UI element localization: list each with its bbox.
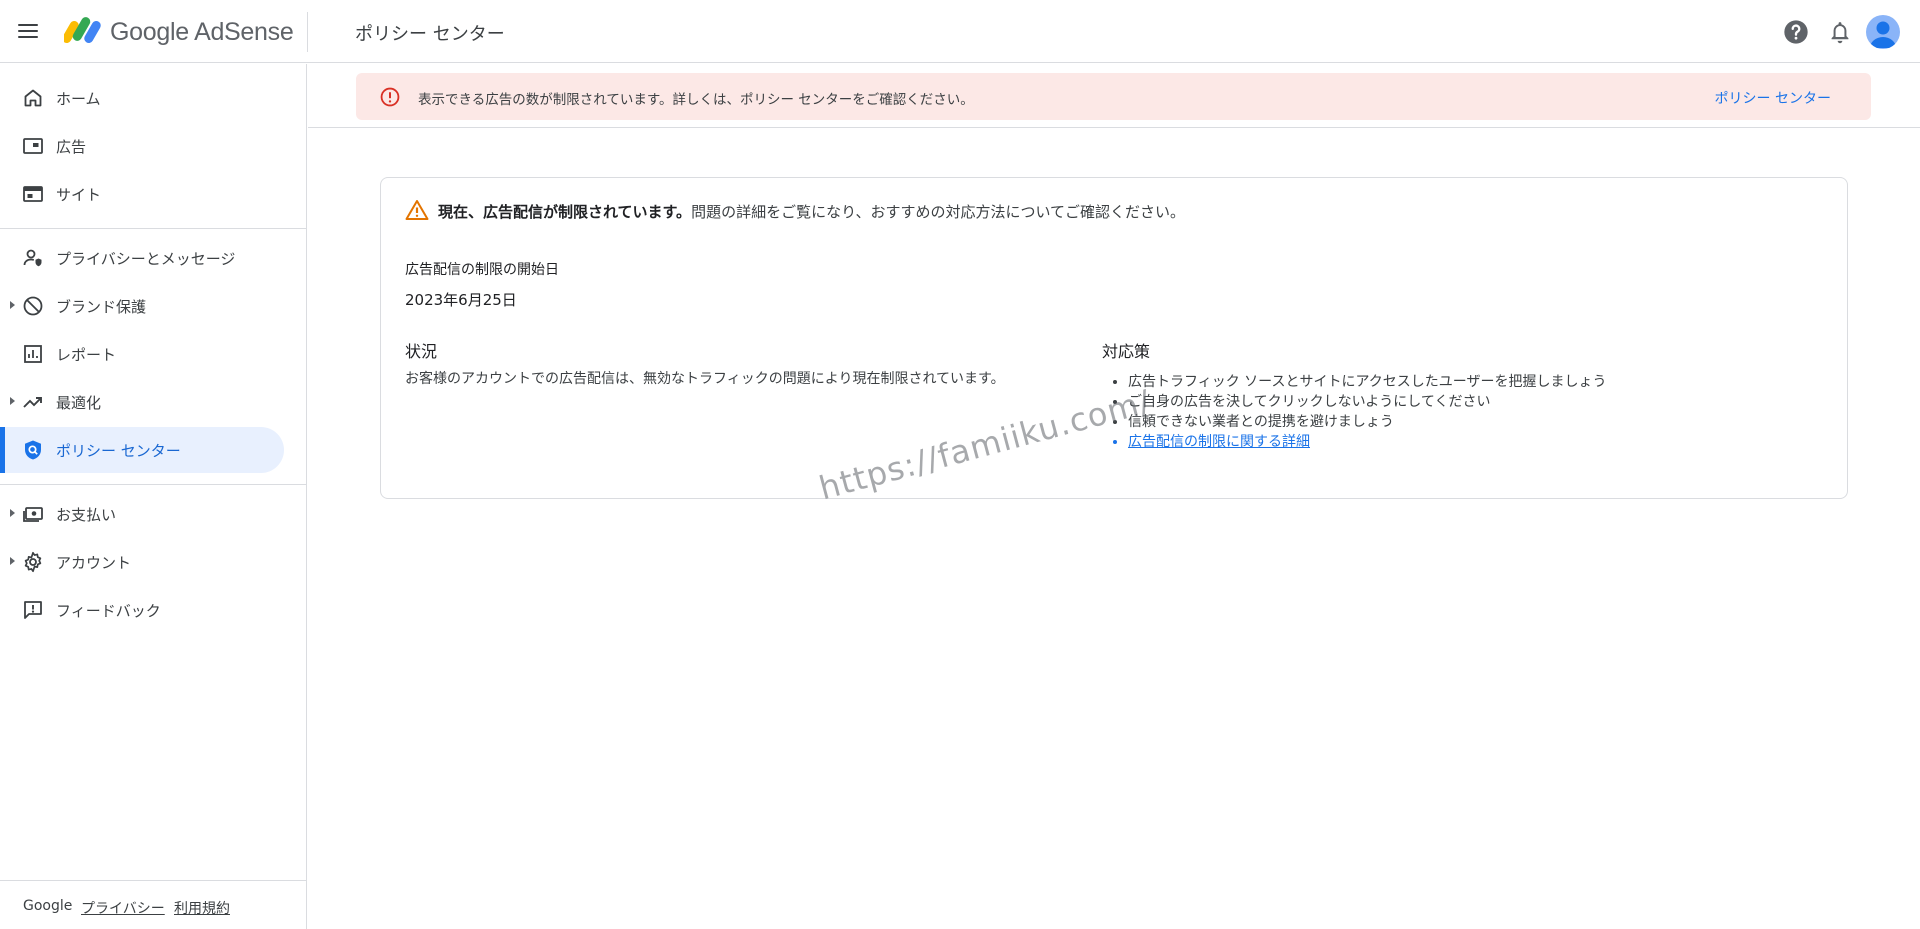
policy-violation-card: 現在、広告配信が制限されています。問題の詳細をご覧になり、おすすめの対応方法につ… (380, 177, 1848, 499)
sidebar-item-label: レポート (56, 346, 117, 364)
bar-chart-icon (24, 345, 42, 363)
expand-caret-icon[interactable] (10, 557, 15, 565)
restriction-details-link[interactable]: 広告配信の制限に関する詳細 (1128, 432, 1607, 452)
topbar-divider (307, 12, 308, 52)
sidebar-item-payments[interactable]: お支払い (0, 491, 284, 537)
privacy-messaging-icon (23, 249, 42, 267)
restriction-warning-bold: 現在、広告配信が制限されています。 (438, 203, 692, 221)
help-icon[interactable] (1782, 18, 1810, 46)
sidebar-item-label: プライバシーとメッセージ (56, 250, 236, 268)
status-heading: 状況 (405, 342, 438, 361)
sidebar-item-label: お支払い (56, 506, 117, 524)
sidebar-item-home[interactable]: ホーム (0, 75, 284, 121)
sidebar-item-label: サイト (56, 186, 102, 204)
notifications-bell-icon[interactable] (1826, 18, 1854, 46)
sidebar-item-label: ホーム (56, 90, 101, 108)
avatar-person-icon (1870, 21, 1896, 48)
payments-icon (23, 507, 43, 522)
page-title: ポリシー センター (355, 24, 505, 45)
trending-up-icon (23, 397, 42, 408)
sites-icon (23, 186, 43, 202)
action-item: ご自身の広告を決してクリックしないようにしてください (1128, 392, 1607, 412)
policy-center-link[interactable]: ポリシー センター (1715, 88, 1831, 108)
alert-banner-area: 表示できる広告の数が制限されています。詳しくは、ポリシー センターをご確認くださ… (308, 64, 1920, 128)
expand-caret-icon[interactable] (10, 509, 15, 517)
status-text: お客様のアカウントでの広告配信は、無効なトラフィックの問題により現在制限されてい… (405, 371, 1005, 387)
actions-heading: 対応策 (1102, 342, 1151, 361)
error-icon (380, 87, 400, 107)
sidebar-item-sites[interactable]: サイト (0, 171, 284, 217)
alert-banner: 表示できる広告の数が制限されています。詳しくは、ポリシー センターをご確認くださ… (356, 73, 1871, 120)
expand-caret-icon[interactable] (10, 397, 15, 405)
sidebar-item-label: フィードバック (56, 602, 161, 620)
sidebar-item-reports[interactable]: レポート (0, 331, 284, 377)
sidebar-item-policy-center[interactable]: ポリシー センター (0, 427, 284, 473)
sidebar-item-feedback[interactable]: フィードバック (0, 587, 284, 633)
top-app-bar: Google AdSense ポリシー センター (0, 0, 1920, 63)
sidebar-footer: Google プライバシー 利用規約 (0, 880, 307, 929)
footer-privacy-link[interactable]: プライバシー (81, 898, 165, 918)
gear-icon (24, 551, 42, 573)
feedback-icon (24, 601, 42, 619)
sidebar-item-ads[interactable]: 広告 (0, 123, 284, 169)
account-avatar[interactable] (1866, 15, 1900, 49)
action-item: 信頼できない業者との提携を避けましょう (1128, 412, 1607, 432)
sidebar-item-label: ポリシー センター (56, 442, 181, 460)
sidebar-item-account[interactable]: アカウント (0, 539, 284, 585)
sidebar-divider (0, 484, 307, 485)
main-menu-button[interactable] (18, 20, 48, 44)
actions-list: 広告トラフィック ソースとサイトにアクセスしたユーザーを把握しましょう ご自身の… (1128, 372, 1607, 452)
footer-terms-link[interactable]: 利用規約 (174, 898, 230, 918)
expand-caret-icon[interactable] (10, 301, 15, 309)
sidebar-item-label: 広告 (56, 138, 87, 156)
sidebar-item-privacy-messaging[interactable]: プライバシーとメッセージ (0, 235, 284, 281)
sidebar-item-optimization[interactable]: 最適化 (0, 379, 284, 425)
policy-shield-icon (25, 440, 41, 460)
adsense-logo-icon (64, 17, 101, 43)
ads-icon (23, 138, 43, 154)
restriction-start-date: 2023年6月25日 (405, 291, 517, 309)
sidebar-navigation: ホーム 広告 サイト プライバシーとメッセージ ブランド保護 レポート 最適化 … (0, 64, 307, 929)
action-item: 広告トラフィック ソースとサイトにアクセスしたユーザーを把握しましょう (1128, 372, 1607, 392)
warning-icon (405, 200, 429, 220)
sidebar-item-brand-safety[interactable]: ブランド保護 (0, 283, 284, 329)
block-icon (23, 296, 43, 316)
brand-name[interactable]: Google AdSense (110, 18, 294, 47)
sidebar-divider (0, 228, 307, 229)
sidebar-item-label: ブランド保護 (56, 298, 147, 316)
restriction-warning-detail: 問題の詳細をご覧になり、おすすめの対応方法についてご確認ください。 (691, 203, 1186, 221)
alert-banner-text: 表示できる広告の数が制限されています。詳しくは、ポリシー センターをご確認くださ… (418, 92, 974, 108)
sidebar-item-label: アカウント (56, 554, 132, 572)
home-icon (24, 89, 42, 107)
restriction-warning: 現在、広告配信が制限されています。問題の詳細をご覧になり、おすすめの対応方法につ… (438, 201, 1185, 222)
footer-google-label: Google (23, 898, 73, 914)
restriction-start-label: 広告配信の制限の開始日 (405, 262, 559, 278)
sidebar-item-label: 最適化 (56, 394, 102, 412)
